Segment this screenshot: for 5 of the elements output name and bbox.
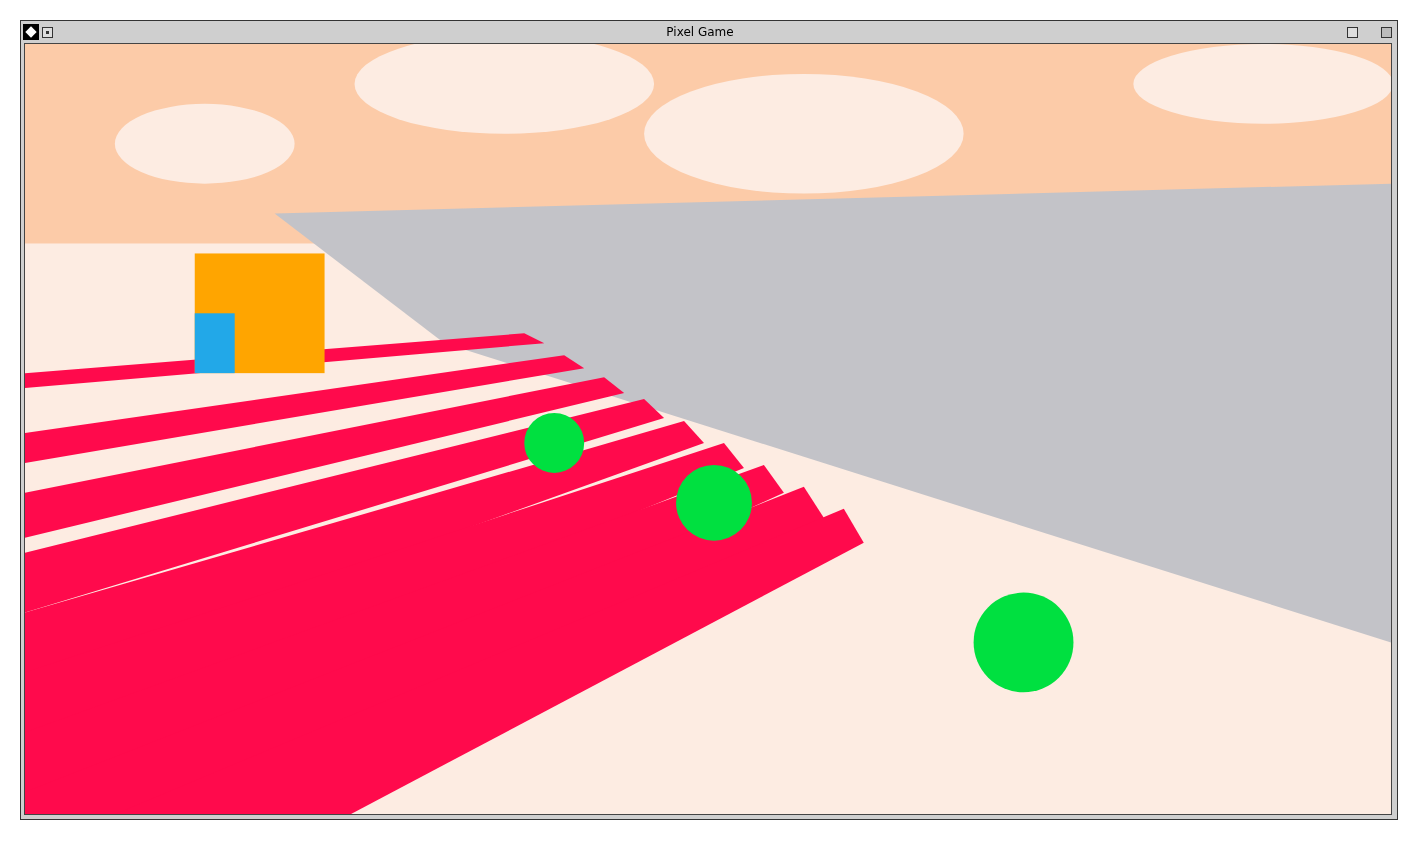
- maximize-icon[interactable]: [1381, 26, 1392, 38]
- restore-icon[interactable]: [1347, 26, 1358, 38]
- window-menu-icon[interactable]: [42, 26, 53, 38]
- window-title: Pixel Game: [666, 24, 734, 41]
- app-menu-icon[interactable]: [23, 24, 39, 40]
